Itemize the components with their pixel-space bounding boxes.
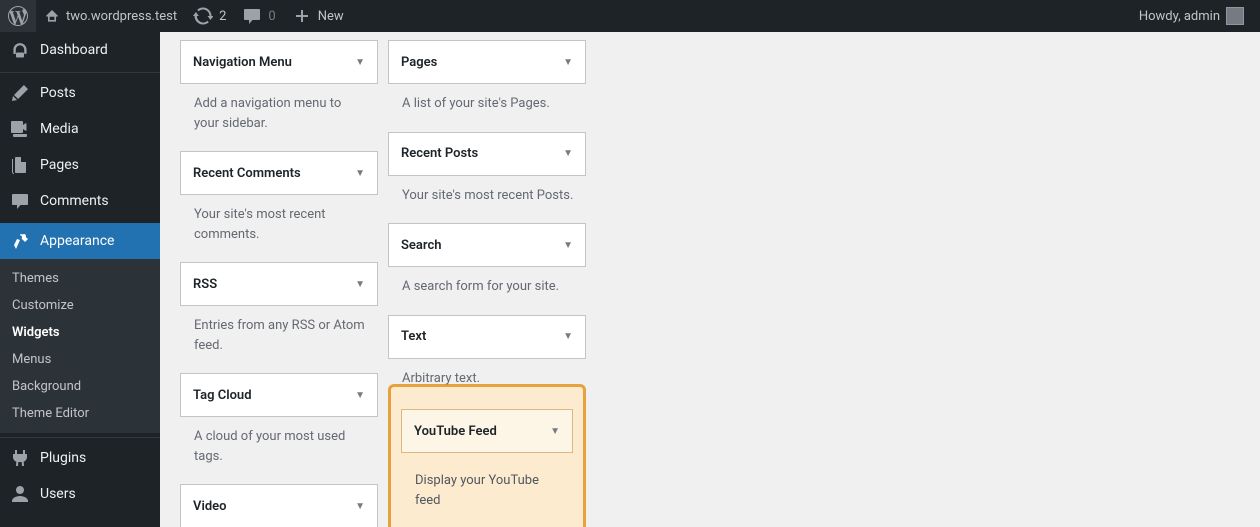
content-area: Navigation Menu ▼ Add a navigation menu … [160,32,1260,527]
widget-youtube-feed[interactable]: YouTube Feed ▼ [401,409,573,453]
widget-rss[interactable]: RSS ▼ [180,262,378,306]
widget-search[interactable]: Search ▼ [388,223,586,267]
chevron-down-icon: ▼ [563,57,573,68]
admin-toolbar: two.wordpress.test 2 0 New Howdy, admin [0,0,1260,32]
menu-appearance-label: Appearance [40,233,114,249]
widget-title: Navigation Menu [193,55,292,70]
menu-dashboard-label: Dashboard [40,42,108,58]
widget-desc: Your site's most recent Posts. [388,176,586,208]
submenu-widgets[interactable]: Widgets [0,319,160,346]
menu-plugins-label: Plugins [40,450,86,466]
chevron-down-icon: ▼ [355,168,365,179]
menu-posts-label: Posts [40,85,76,101]
menu-pages[interactable]: Pages [0,147,160,183]
comments-link[interactable]: 0 [234,0,283,32]
widget-tag-cloud[interactable]: Tag Cloud ▼ [180,373,378,417]
chevron-down-icon: ▼ [355,390,365,401]
appearance-submenu: Themes Customize Widgets Menus Backgroun… [0,259,160,433]
menu-posts[interactable]: Posts [0,72,160,111]
widget-text[interactable]: Text ▼ [388,315,586,359]
menu-media-label: Media [40,121,79,137]
menu-comments-label: Comments [40,193,109,209]
chevron-down-icon: ▼ [355,501,365,512]
widget-title: YouTube Feed [414,424,497,439]
chevron-down-icon: ▼ [563,240,573,251]
widget-desc: Your site's most recent comments. [180,195,378,246]
admin-sidebar: Dashboard Posts Media Pages Comm [0,32,160,527]
widget-desc: Entries from any RSS or Atom feed. [180,306,378,357]
submenu-customize[interactable]: Customize [0,292,160,319]
chevron-down-icon: ▼ [550,426,560,437]
site-name-text: two.wordpress.test [66,9,177,24]
menu-users-label: Users [40,486,76,502]
menu-appearance[interactable]: Appearance [0,223,160,259]
chevron-down-icon: ▼ [355,279,365,290]
highlight-youtube-feed: YouTube Feed ▼ Display your YouTube feed [388,384,586,527]
avatar [1226,7,1244,25]
menu-media[interactable]: Media [0,111,160,147]
comments-count: 0 [268,9,275,24]
widget-desc: A search form for your site. [388,267,586,299]
widget-pages[interactable]: Pages ▼ [388,40,586,84]
chevron-down-icon: ▼ [563,331,573,342]
howdy-text: Howdy, admin [1139,9,1220,24]
new-label: New [318,9,344,24]
widget-title: Video [193,499,227,514]
chevron-down-icon: ▼ [355,57,365,68]
widget-title: Search [401,238,442,253]
menu-comments[interactable]: Comments [0,183,160,219]
widget-video[interactable]: Video ▼ [180,484,378,527]
widget-title: Recent Posts [401,146,478,161]
account-link[interactable]: Howdy, admin [1131,0,1252,32]
menu-pages-label: Pages [40,157,79,173]
widget-desc: Display your YouTube feed [401,453,573,512]
widget-navigation-menu[interactable]: Navigation Menu ▼ [180,40,378,84]
widget-title: Recent Comments [193,166,301,181]
chevron-down-icon: ▼ [563,148,573,159]
menu-plugins[interactable]: Plugins [0,437,160,476]
submenu-menus[interactable]: Menus [0,346,160,373]
widget-desc: Add a navigation menu to your sidebar. [180,84,378,135]
active-pointer-icon [160,320,168,336]
widget-recent-comments[interactable]: Recent Comments ▼ [180,151,378,195]
widget-title: Pages [401,55,437,70]
wp-logo[interactable] [0,0,36,32]
widget-title: Tag Cloud [193,388,252,403]
widget-desc: A list of your site's Pages. [388,84,586,116]
widget-recent-posts[interactable]: Recent Posts ▼ [388,132,586,176]
updates-count: 2 [219,9,226,24]
menu-users[interactable]: Users [0,476,160,512]
widget-desc: A cloud of your most used tags. [180,417,378,468]
submenu-themes[interactable]: Themes [0,265,160,292]
menu-dashboard[interactable]: Dashboard [0,32,160,68]
new-content-link[interactable]: New [284,0,352,32]
updates-link[interactable]: 2 [185,0,234,32]
submenu-background[interactable]: Background [0,373,160,400]
widget-title: RSS [193,277,217,292]
submenu-theme-editor[interactable]: Theme Editor [0,400,160,427]
widget-title: Text [401,329,426,344]
site-name-link[interactable]: two.wordpress.test [36,0,185,32]
